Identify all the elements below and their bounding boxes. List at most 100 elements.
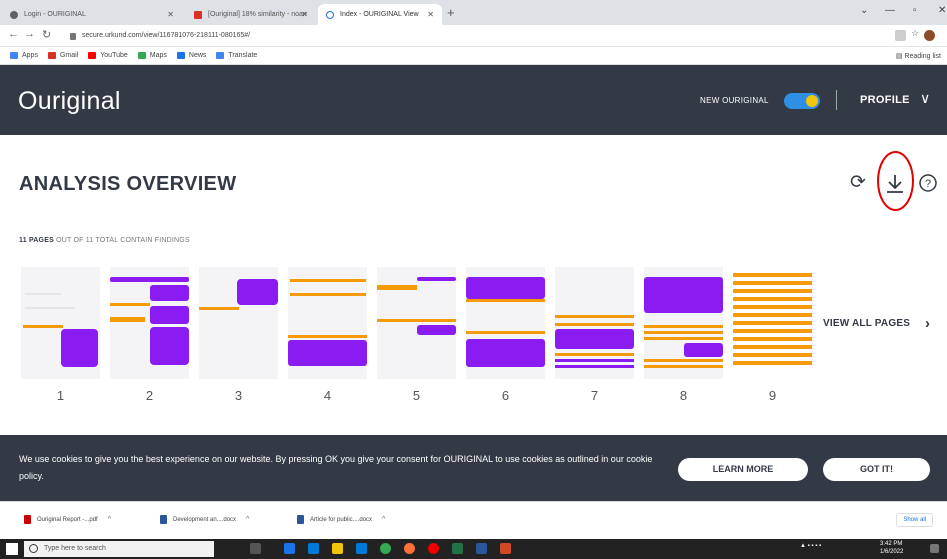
chevron-up-icon[interactable]: ^	[382, 516, 385, 523]
chevron-down-icon[interactable]: ⌄	[860, 5, 868, 16]
show-all-button[interactable]: Show all	[896, 513, 933, 527]
new-ouriginal-toggle[interactable]	[784, 93, 820, 109]
findings-summary: 11 PAGES OUT OF 11 TOTAL CONTAIN FINDING…	[19, 237, 190, 244]
globe-icon	[10, 10, 18, 19]
gmail-icon	[194, 10, 202, 19]
minimize-icon[interactable]: —	[885, 5, 895, 16]
close-icon[interactable]: ✕	[301, 10, 308, 19]
avatar[interactable]	[924, 30, 935, 41]
page-number-7: 7	[590, 388, 599, 403]
tab-login[interactable]: Login - OURIGINAL ✕	[2, 4, 182, 25]
tab-gmail[interactable]: [Ouriginal] 18% similarity - noan ✕	[186, 4, 316, 25]
page-thumbnail-3[interactable]	[199, 267, 278, 379]
notification-icon[interactable]	[930, 544, 939, 553]
excel-icon[interactable]	[452, 543, 463, 554]
page-number-5: 5	[412, 388, 421, 403]
page-number-4: 4	[323, 388, 332, 403]
view-all-pages-link[interactable]: VIEW ALL PAGES ›	[823, 315, 930, 332]
page-number-8: 8	[679, 388, 688, 403]
clock[interactable]: 3:42 PM 1/6/2022	[880, 540, 903, 556]
url-field[interactable]: secure.urkund.com/view/116781076-218111-…	[70, 29, 870, 43]
page-number-9: 9	[768, 388, 777, 403]
maps-icon	[137, 52, 146, 59]
page-number-6: 6	[501, 388, 510, 403]
page-number-1: 1	[56, 388, 65, 403]
toggle-knob	[806, 95, 818, 107]
new-tab-button[interactable]: +	[447, 5, 455, 20]
chrome-icon[interactable]	[380, 543, 391, 554]
got-it-button[interactable]: GOT IT!	[823, 458, 930, 481]
chevron-up-icon[interactable]: ^	[246, 516, 249, 523]
learn-more-button[interactable]: LEARN MORE	[678, 458, 808, 481]
bookmark-translate[interactable]: Translate	[216, 52, 257, 59]
tray-icons[interactable]: ▲ ▪ ▪ ▪ ▪	[800, 543, 821, 549]
task-view-icon[interactable]	[250, 543, 261, 554]
apps-icon	[10, 52, 18, 59]
extension-icon[interactable]	[895, 30, 906, 41]
back-icon[interactable]: ←	[8, 28, 19, 40]
bookmark-gmail[interactable]: Gmail	[47, 52, 78, 59]
page-title: ANALYSIS OVERVIEW	[19, 173, 237, 195]
download-item[interactable]: Development an....docx ^	[160, 515, 249, 524]
download-item[interactable]: Article for public....docx ^	[297, 515, 385, 524]
windows-start-icon[interactable]	[6, 543, 18, 555]
page-thumbnail-4[interactable]	[288, 267, 367, 379]
opera-icon[interactable]	[428, 543, 439, 554]
firefox-icon[interactable]	[404, 543, 415, 554]
ouriginal-logo[interactable]: Ouriginal	[18, 87, 121, 116]
app-header: Ouriginal NEW OURIGINAL PROFILE ∨	[0, 65, 947, 135]
page-thumbnail-2[interactable]	[110, 267, 189, 379]
reload-icon[interactable]: ↻	[42, 28, 51, 41]
bookmark-youtube[interactable]: YouTube	[88, 52, 128, 59]
word-icon[interactable]	[476, 543, 487, 554]
cookie-text: We use cookies to give you the best expe…	[19, 454, 653, 481]
new-ouriginal-label: NEW OURIGINAL	[700, 96, 769, 105]
page-number-3: 3	[234, 388, 243, 403]
close-window-icon[interactable]: ✕	[938, 5, 946, 16]
download-item[interactable]: Ouriginal Report -...pdf ^	[24, 515, 111, 524]
mail-icon[interactable]	[356, 543, 367, 554]
address-bar-row: ← → ↻ secure.urkund.com/view/116781076-2…	[0, 25, 947, 47]
ouriginal-favicon-icon	[326, 10, 334, 19]
word-file-icon	[297, 515, 304, 524]
store-icon[interactable]	[308, 543, 319, 554]
page-thumbnail-7[interactable]	[555, 267, 634, 379]
youtube-icon	[88, 52, 97, 59]
bookmark-maps[interactable]: Maps	[137, 52, 167, 59]
chevron-up-icon[interactable]: ^	[108, 516, 111, 523]
chevron-right-icon: ›	[925, 315, 931, 332]
page-thumbnail-8[interactable]	[644, 267, 723, 379]
header-divider	[836, 90, 837, 110]
profile-menu[interactable]: PROFILE	[860, 94, 910, 106]
edge-icon[interactable]	[284, 543, 295, 554]
powerpoint-icon[interactable]	[500, 543, 511, 554]
help-icon[interactable]: ?	[918, 173, 938, 193]
search-icon	[29, 544, 38, 553]
close-icon[interactable]: ✕	[427, 10, 434, 19]
news-icon	[176, 52, 185, 59]
svg-text:?: ?	[925, 178, 931, 190]
page-thumbnail-5[interactable]	[377, 267, 456, 379]
refresh-icon[interactable]: ⟳	[850, 171, 866, 194]
pdf-file-icon	[24, 515, 31, 524]
page-thumbnail-1[interactable]	[21, 267, 100, 379]
page-thumbnail-9[interactable]	[733, 267, 812, 379]
lock-icon	[70, 32, 76, 40]
explorer-icon[interactable]	[332, 543, 343, 554]
gmail-icon	[47, 52, 56, 59]
tab-index[interactable]: Index - OURIGINAL View ✕	[318, 4, 442, 25]
bookmark-apps[interactable]: Apps	[10, 52, 38, 59]
maximize-icon[interactable]: ▫	[913, 5, 917, 16]
taskbar-search-input[interactable]: Type here to search	[24, 541, 214, 557]
close-icon[interactable]: ✕	[167, 10, 174, 19]
forward-icon[interactable]: →	[24, 28, 35, 40]
downloads-bar: Ouriginal Report -...pdf ^ Development an…	[0, 501, 947, 539]
reading-list[interactable]: ▤ Reading list	[896, 52, 941, 60]
translate-icon	[216, 52, 225, 59]
bookmark-news[interactable]: News	[176, 52, 206, 59]
windows-taskbar: Type here to search ▲ ▪ ▪ ▪ ▪ 3:42 PM 1/…	[0, 539, 947, 559]
star-icon[interactable]: ☆	[911, 28, 919, 39]
cookie-banner: We use cookies to give you the best expe…	[0, 435, 947, 501]
chevron-down-icon[interactable]: ∨	[920, 90, 930, 107]
page-thumbnail-6[interactable]	[466, 267, 545, 379]
